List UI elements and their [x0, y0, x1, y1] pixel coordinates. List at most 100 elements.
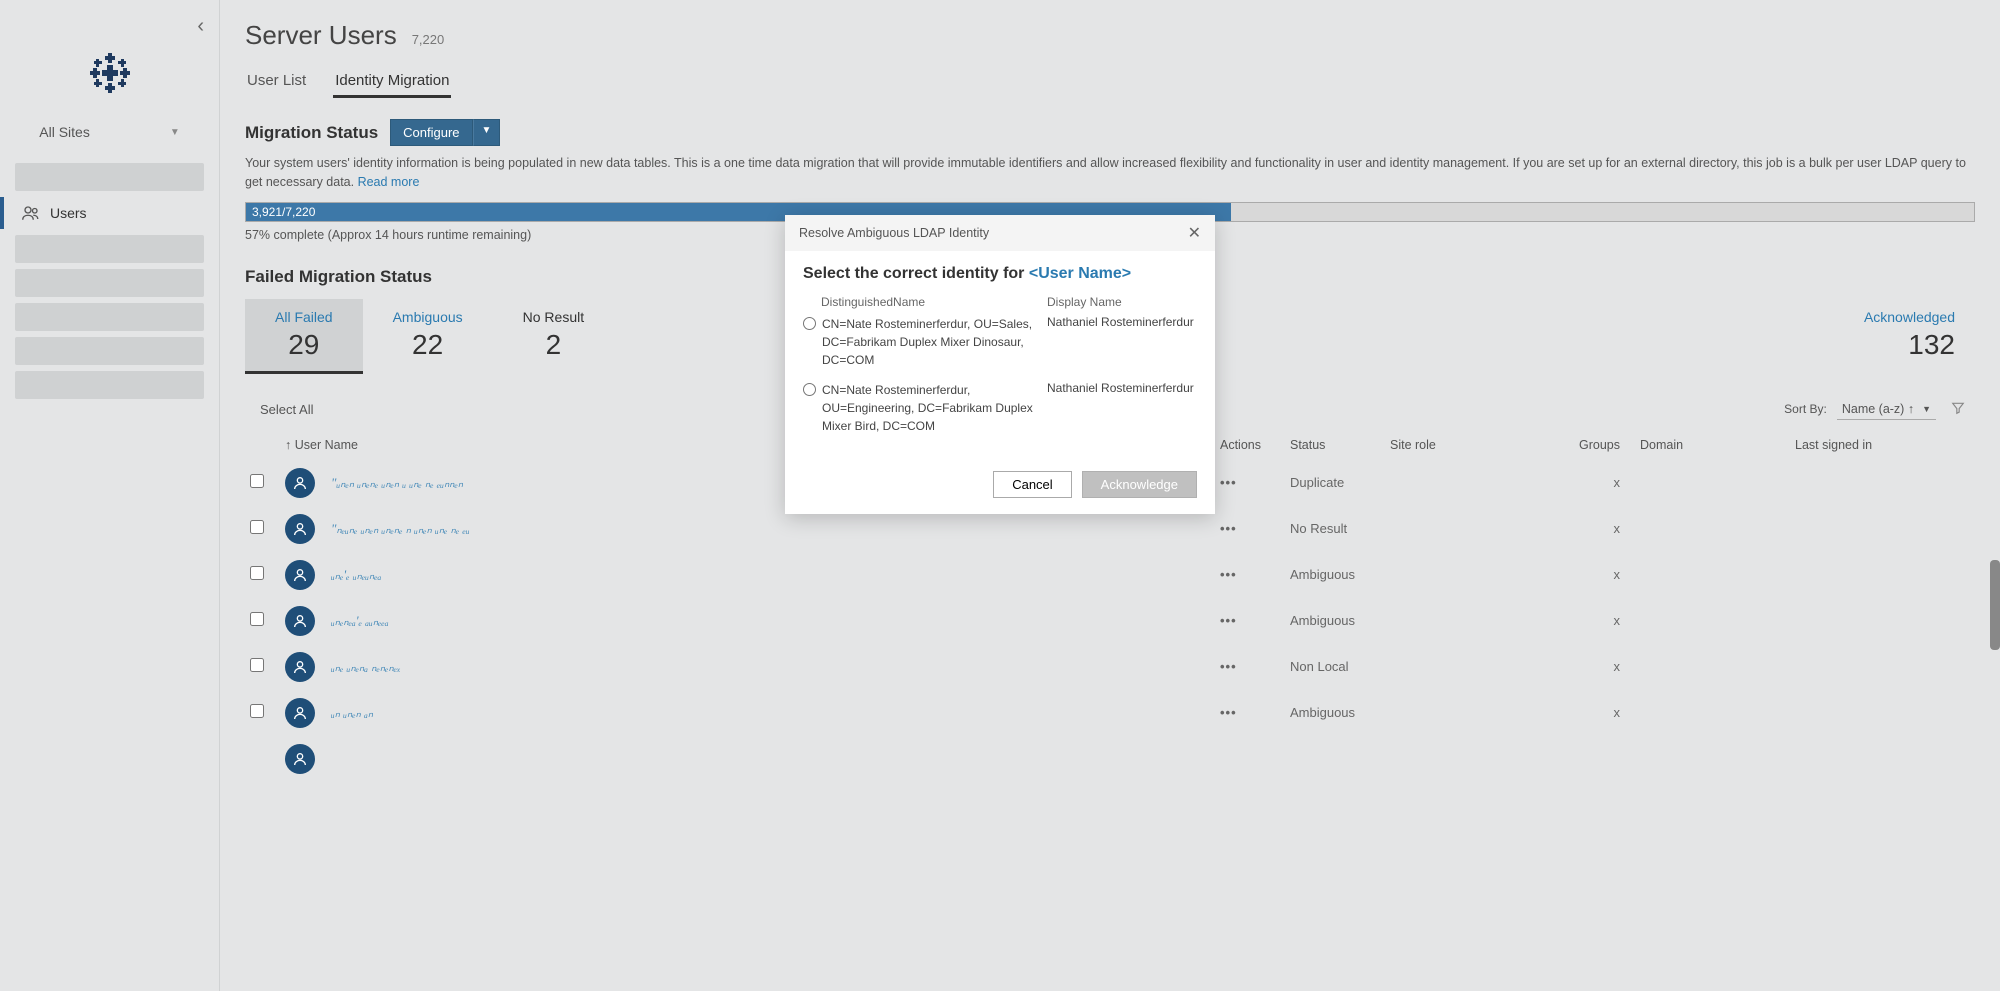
identity-dn: CN=Nate Rosteminerferdur, OU=Sales, DC=F… — [822, 315, 1041, 369]
user-cell[interactable]: ᵤₙ ᵤₙₑₙ ₐₙ — [285, 698, 1220, 728]
row-checkbox[interactable] — [250, 474, 264, 488]
row-groups: x — [1560, 567, 1640, 582]
sidebar-users-label: Users — [50, 205, 87, 221]
stat-all-failed[interactable]: All Failed 29 — [245, 299, 363, 374]
caret-down-icon: ▼ — [170, 127, 180, 138]
user-name-link[interactable]: ᵤₙ ᵤₙₑₙ ₐₙ — [331, 705, 373, 721]
resolve-identity-modal: Resolve Ambiguous LDAP Identity ✕ Select… — [785, 215, 1215, 514]
read-more-link[interactable]: Read more — [358, 175, 420, 189]
user-name-link[interactable]: ᵤₙₑₙₑₐ'ₑ ₐᵤₙₑₑₐ — [331, 613, 389, 629]
user-avatar-icon — [285, 560, 315, 590]
tab-user-list[interactable]: User List — [245, 66, 308, 98]
row-status: Non Local — [1290, 659, 1390, 674]
row-checkbox[interactable] — [250, 658, 264, 672]
identity-display-name: Nathaniel Rosteminerferdur — [1047, 381, 1197, 395]
user-cell[interactable]: ᵤₙₑₙₑₐ'ₑ ₐᵤₙₑₑₐ — [285, 606, 1220, 636]
configure-button[interactable]: Configure — [390, 119, 472, 146]
acknowledge-button[interactable]: Acknowledge — [1082, 471, 1197, 498]
modal-col-disp: Display Name — [1047, 295, 1197, 309]
row-checkbox[interactable] — [250, 566, 264, 580]
col-actions: Actions — [1220, 438, 1290, 452]
user-name-link[interactable]: ᵤₙₑ'ₑ ᵤₙₑᵤₙₑₐ — [331, 567, 381, 583]
row-actions-menu[interactable]: ••• — [1220, 705, 1237, 720]
row-groups: x — [1560, 659, 1640, 674]
sidebar-placeholder — [15, 337, 204, 365]
user-cell[interactable]: ᵤₙₑ ᵤₙₑₙₐ ₙₑₙₑₙₑₓ — [285, 652, 1220, 682]
user-name-link[interactable]: ᵤₙₑ ᵤₙₑₙₐ ₙₑₙₑₙₑₓ — [331, 659, 401, 675]
configure-dropdown-caret[interactable]: ▼ — [473, 119, 501, 146]
row-groups: x — [1560, 521, 1640, 536]
select-all-link[interactable]: Select All — [250, 402, 313, 417]
row-actions-menu[interactable]: ••• — [1220, 659, 1237, 674]
user-cell[interactable]: "ₙₑᵤₙₑ ᵤₙₑₙ ᵤₙₑₙₑ ₙ ᵤₙₑₙ ᵤₙₑ ₙₑ ₑᵤ — [285, 514, 1220, 544]
page-count: 7,220 — [412, 32, 445, 47]
row-status: No Result — [1290, 521, 1390, 536]
row-checkbox[interactable] — [250, 704, 264, 718]
migration-description: Your system users' identity information … — [245, 154, 1975, 192]
identity-option[interactable]: CN=Nate Rosteminerferdur, OU=Sales, DC=F… — [803, 315, 1197, 369]
users-icon — [22, 205, 40, 221]
identity-display-name: Nathaniel Rosteminerferdur — [1047, 315, 1197, 329]
row-checkbox[interactable] — [250, 612, 264, 626]
user-avatar-icon — [285, 606, 315, 636]
row-groups: x — [1560, 705, 1640, 720]
row-status: Ambiguous — [1290, 613, 1390, 628]
sidebar: ‹ All Sites ▼ Users — [0, 0, 220, 991]
row-actions-menu[interactable]: ••• — [1220, 613, 1237, 628]
row-checkbox[interactable] — [250, 520, 264, 534]
site-selector-dropdown[interactable]: All Sites ▼ — [0, 116, 219, 148]
stat-no-result[interactable]: No Result 2 — [493, 299, 614, 374]
col-groups: Groups — [1560, 438, 1640, 452]
col-signed: Last signed in — [1795, 438, 1970, 452]
cancel-button[interactable]: Cancel — [993, 471, 1071, 498]
table-row: ᵤₙₑₙₑₐ'ₑ ₐᵤₙₑₑₐ ••• Ambiguous x — [245, 598, 1975, 644]
stat-acknowledged[interactable]: Acknowledged 132 — [1844, 299, 1975, 374]
col-siterole: Site role — [1390, 438, 1560, 452]
row-actions-menu[interactable]: ••• — [1220, 567, 1237, 582]
sidebar-placeholder — [15, 303, 204, 331]
sidebar-placeholder — [15, 371, 204, 399]
sidebar-placeholder — [15, 163, 204, 191]
sidebar-collapse-chevron-icon[interactable]: ‹ — [0, 10, 219, 43]
user-name-link[interactable]: "ₙₑᵤₙₑ ᵤₙₑₙ ᵤₙₑₙₑ ₙ ᵤₙₑₙ ᵤₙₑ ₙₑ ₑᵤ — [331, 521, 470, 537]
caret-down-icon: ▼ — [1922, 404, 1931, 414]
sidebar-placeholder — [15, 269, 204, 297]
identity-radio[interactable] — [803, 317, 816, 330]
modal-col-dn: DistinguishedName — [821, 295, 1047, 309]
identity-option[interactable]: CN=Nate Rosteminerferdur, OU=Engineering… — [803, 381, 1197, 435]
row-status: Ambiguous — [1290, 705, 1390, 720]
sidebar-item-users[interactable]: Users — [0, 197, 219, 229]
tab-identity-migration[interactable]: Identity Migration — [333, 66, 451, 98]
row-actions-menu[interactable]: ••• — [1220, 521, 1237, 536]
user-avatar-icon — [285, 698, 315, 728]
row-status: Duplicate — [1290, 475, 1390, 490]
filter-icon[interactable] — [1946, 401, 1970, 418]
col-status: Status — [1290, 438, 1390, 452]
stat-ambiguous[interactable]: Ambiguous 22 — [363, 299, 493, 374]
user-avatar-icon — [285, 652, 315, 682]
page-title: Server Users — [245, 20, 397, 51]
migration-status-title: Migration Status — [245, 123, 378, 143]
table-row: ᵤₙₑ ᵤₙₑₙₐ ₙₑₙₑₙₑₓ ••• Non Local x — [245, 644, 1975, 690]
site-selector-label: All Sites — [39, 124, 90, 140]
table-row: ᵤₙ ᵤₙₑₙ ₐₙ ••• Ambiguous x — [245, 690, 1975, 736]
user-avatar-icon — [285, 744, 315, 774]
row-groups: x — [1560, 613, 1640, 628]
sort-dropdown[interactable]: Name (a-z) ↑ ▼ — [1837, 399, 1936, 420]
close-icon[interactable]: ✕ — [1188, 223, 1201, 243]
user-avatar-icon — [285, 514, 315, 544]
identity-radio[interactable] — [803, 383, 816, 396]
row-status: Ambiguous — [1290, 567, 1390, 582]
user-cell[interactable]: ᵤₙₑ'ₑ ᵤₙₑᵤₙₑₐ — [285, 560, 1220, 590]
user-name-link[interactable]: "ᵤₙₑₙ ᵤₙₑₙₑ ᵤₙₑₙ ᵤ ᵤₙₑ ₙₑ ₑᵤₙₙₑₙ — [331, 475, 463, 491]
row-actions-menu[interactable]: ••• — [1220, 475, 1237, 490]
tableau-logo — [0, 53, 219, 96]
row-groups: x — [1560, 475, 1640, 490]
scrollbar[interactable] — [1990, 560, 2000, 650]
user-avatar-icon — [285, 468, 315, 498]
col-domain: Domain — [1640, 438, 1795, 452]
tabs: User List Identity Migration — [245, 66, 1975, 99]
modal-title-bar: Resolve Ambiguous LDAP Identity — [799, 226, 989, 240]
sort-by-label: Sort By: — [1784, 402, 1827, 416]
identity-dn: CN=Nate Rosteminerferdur, OU=Engineering… — [822, 381, 1041, 435]
